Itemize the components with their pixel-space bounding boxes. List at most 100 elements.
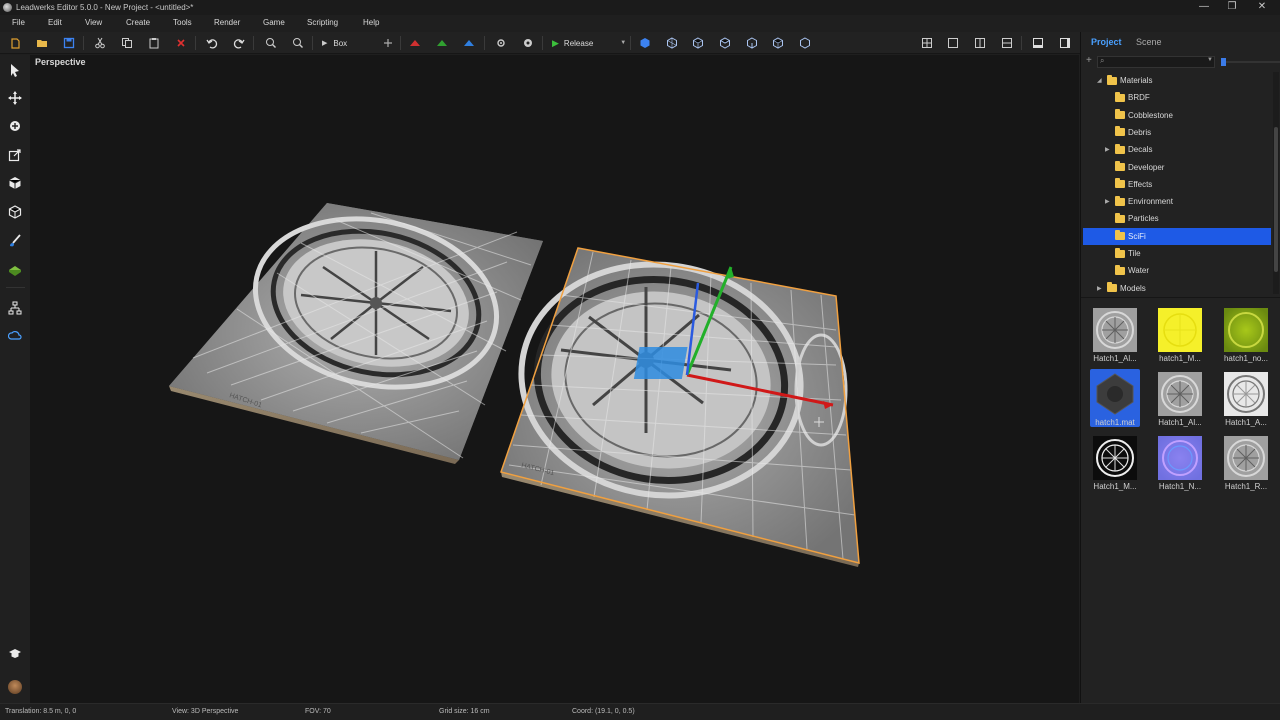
build-config-select[interactable]: ▶ Release ▼ — [552, 35, 626, 51]
tree-item-label: Tile — [1128, 249, 1141, 258]
move-tool-icon[interactable] — [5, 88, 25, 108]
window-title: Leadwerks Editor 5.0.0 - New Project - <… — [16, 3, 194, 12]
layout-quad-icon[interactable] — [919, 35, 935, 51]
asset-thumbnail[interactable]: Hatch1_Al... — [1152, 368, 1208, 428]
hatch-panel-right-selected[interactable]: HATCH-01 — [500, 247, 860, 567]
tree-item[interactable]: ▶ Models — [1083, 280, 1271, 297]
tree-scrollbar[interactable] — [1273, 72, 1279, 294]
layout-single-icon[interactable] — [945, 35, 961, 51]
menu-file[interactable]: File — [12, 18, 25, 27]
thumbnail-size-slider[interactable] — [1223, 61, 1280, 63]
view-cube-solid-icon[interactable] — [637, 35, 653, 51]
restore-button[interactable]: ❐ — [1216, 0, 1248, 15]
undo-icon[interactable] — [204, 35, 220, 51]
view-cube-front-icon[interactable] — [664, 35, 680, 51]
add-primitive-icon[interactable] — [380, 35, 396, 51]
tutorials-cap-icon[interactable] — [5, 643, 25, 663]
paste-icon[interactable] — [146, 35, 162, 51]
tree-item[interactable]: ▶ Decals — [1083, 141, 1271, 158]
menu-view[interactable]: View — [85, 18, 102, 27]
tree-item[interactable]: Water — [1083, 262, 1271, 279]
layout-vsplit-icon[interactable] — [972, 35, 988, 51]
terrain-tool-icon[interactable] — [5, 259, 25, 279]
view-cube-side-icon[interactable] — [690, 35, 706, 51]
move-z-icon[interactable] — [461, 35, 477, 51]
new-icon[interactable] — [7, 35, 23, 51]
filter-dropdown-icon[interactable]: ▼ — [1207, 57, 1213, 63]
paint-brush-icon[interactable] — [5, 231, 25, 251]
asset-thumbnail[interactable]: hatch1_no... — [1218, 304, 1274, 364]
copy-icon[interactable] — [119, 35, 135, 51]
folder-icon — [1115, 195, 1125, 206]
hatch-panel-left[interactable]: HATCH-01 — [169, 197, 543, 464]
expand-arrow-icon[interactable]: ▶ — [1097, 285, 1102, 292]
tree-item[interactable]: Cobblestone — [1083, 107, 1271, 124]
tab-project[interactable]: Project — [1091, 37, 1122, 47]
asset-thumbnail[interactable]: hatch1.mat — [1087, 368, 1143, 428]
cut-icon[interactable] — [92, 35, 108, 51]
asset-thumbnail[interactable]: Hatch1_M... — [1087, 432, 1143, 492]
zoom-in-icon[interactable] — [263, 35, 279, 51]
asset-thumbnail[interactable]: Hatch1_N... — [1152, 432, 1208, 492]
view-cube-lit-icon[interactable] — [770, 35, 786, 51]
redo-icon[interactable] — [231, 35, 247, 51]
menu-create[interactable]: Create — [126, 18, 150, 27]
zoom-out-icon[interactable] — [290, 35, 306, 51]
select-tool-icon[interactable] — [5, 60, 25, 80]
rotate-tool-icon[interactable] — [5, 116, 25, 136]
gear-icon[interactable] — [520, 35, 536, 51]
asset-thumbnail[interactable]: Hatch1_Al... — [1087, 304, 1143, 364]
menu-edit[interactable]: Edit — [48, 18, 62, 27]
primitive-select[interactable]: ▶ Box — [322, 35, 347, 51]
asset-preview-image — [1158, 372, 1202, 416]
face-tool-icon[interactable] — [5, 202, 25, 222]
close-button[interactable]: ✕ — [1246, 0, 1278, 15]
menu-scripting[interactable]: Scripting — [307, 18, 338, 27]
toggle-side-panel-icon[interactable] — [1057, 35, 1073, 51]
run-icon: ▶ — [552, 37, 559, 48]
viewport-perspective[interactable]: Perspective HATCH-01 HATCH-01 — [31, 55, 1079, 703]
tree-item[interactable]: Developer — [1083, 159, 1271, 176]
tree-item[interactable]: Debris — [1083, 124, 1271, 141]
tree-item[interactable]: BRDF — [1083, 89, 1271, 106]
add-asset-icon[interactable]: + — [1086, 55, 1092, 66]
asset-preview-image — [1224, 436, 1268, 480]
layout-hsplit-icon[interactable] — [999, 35, 1015, 51]
slider-handle[interactable] — [1221, 58, 1226, 66]
scrollbar-thumb[interactable] — [1274, 127, 1278, 272]
delete-icon[interactable] — [173, 35, 189, 51]
open-folder-icon[interactable] — [34, 35, 50, 51]
hierarchy-icon[interactable] — [5, 298, 25, 318]
tree-item[interactable]: ◢ Materials — [1083, 72, 1271, 89]
tree-item[interactable]: Tile — [1083, 245, 1271, 262]
menu-help[interactable]: Help — [363, 18, 379, 27]
menu-game[interactable]: Game — [263, 18, 285, 27]
view-cube-unlit-icon[interactable] — [797, 35, 813, 51]
toggle-bottom-panel-icon[interactable] — [1030, 35, 1046, 51]
expand-arrow-icon[interactable]: ▶ — [1105, 198, 1110, 205]
tree-item[interactable]: SciFi — [1083, 227, 1271, 245]
user-avatar[interactable] — [5, 677, 25, 697]
scale-tool-icon[interactable] — [5, 145, 25, 165]
view-cube-top-icon[interactable] — [717, 35, 733, 51]
asset-thumbnail[interactable]: Hatch1_A... — [1218, 368, 1274, 428]
tab-scene[interactable]: Scene — [1136, 37, 1162, 47]
tree-item[interactable]: Particles — [1083, 210, 1271, 227]
collapse-arrow-icon[interactable]: ◢ — [1097, 77, 1102, 84]
move-y-icon[interactable] — [434, 35, 450, 51]
save-icon[interactable] — [61, 35, 77, 51]
tree-item[interactable]: Effects — [1083, 176, 1271, 193]
menu-tools[interactable]: Tools — [173, 18, 192, 27]
settings-icon[interactable] — [493, 35, 509, 51]
expand-arrow-icon[interactable]: ▶ — [1105, 146, 1110, 153]
asset-search-input[interactable] — [1097, 56, 1215, 68]
cloud-icon[interactable] — [5, 326, 25, 346]
move-x-icon[interactable] — [407, 35, 423, 51]
asset-thumbnail[interactable]: Hatch1_R... — [1218, 432, 1274, 492]
asset-thumbnail[interactable]: hatch1_M... — [1152, 304, 1208, 364]
tree-item[interactable]: ▶ Environment — [1083, 193, 1271, 210]
menu-render[interactable]: Render — [214, 18, 240, 27]
view-cube-wire-icon[interactable] — [744, 35, 760, 51]
status-coord: Coord: (19.1, 0, 0.5) — [572, 708, 635, 715]
box-tool-icon[interactable] — [5, 173, 25, 193]
